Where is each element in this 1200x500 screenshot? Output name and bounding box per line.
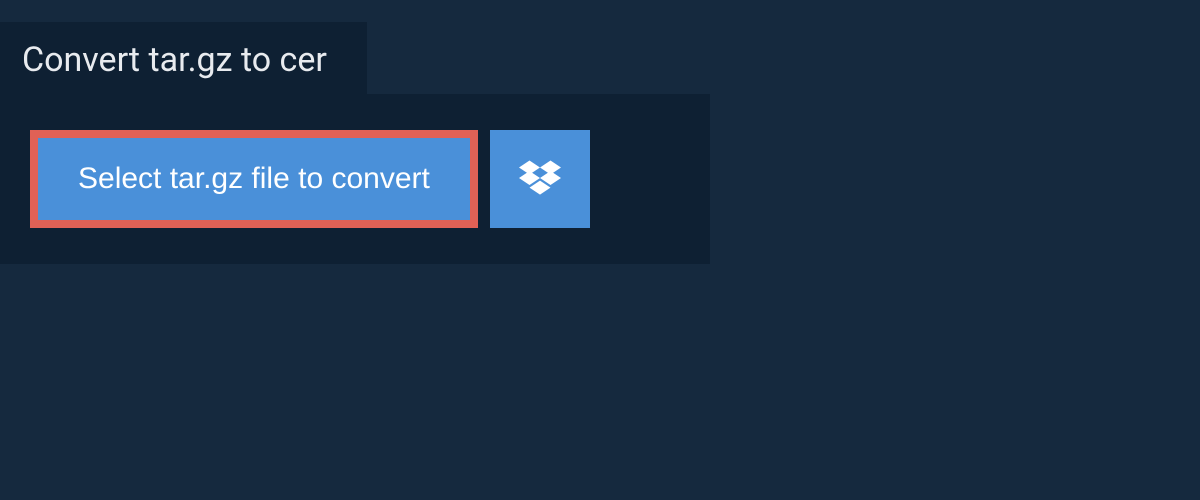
upload-panel: Select tar.gz file to convert xyxy=(0,94,710,264)
button-row: Select tar.gz file to convert xyxy=(30,130,680,228)
select-file-button[interactable]: Select tar.gz file to convert xyxy=(30,130,478,228)
tab-title: Convert tar.gz to cer xyxy=(22,40,327,80)
converter-page: Convert tar.gz to cer Select tar.gz file… xyxy=(0,0,1200,500)
dropbox-icon xyxy=(519,157,561,202)
dropbox-button[interactable] xyxy=(490,130,590,228)
select-file-button-label: Select tar.gz file to convert xyxy=(78,162,430,196)
tab-header: Convert tar.gz to cer xyxy=(0,22,367,98)
